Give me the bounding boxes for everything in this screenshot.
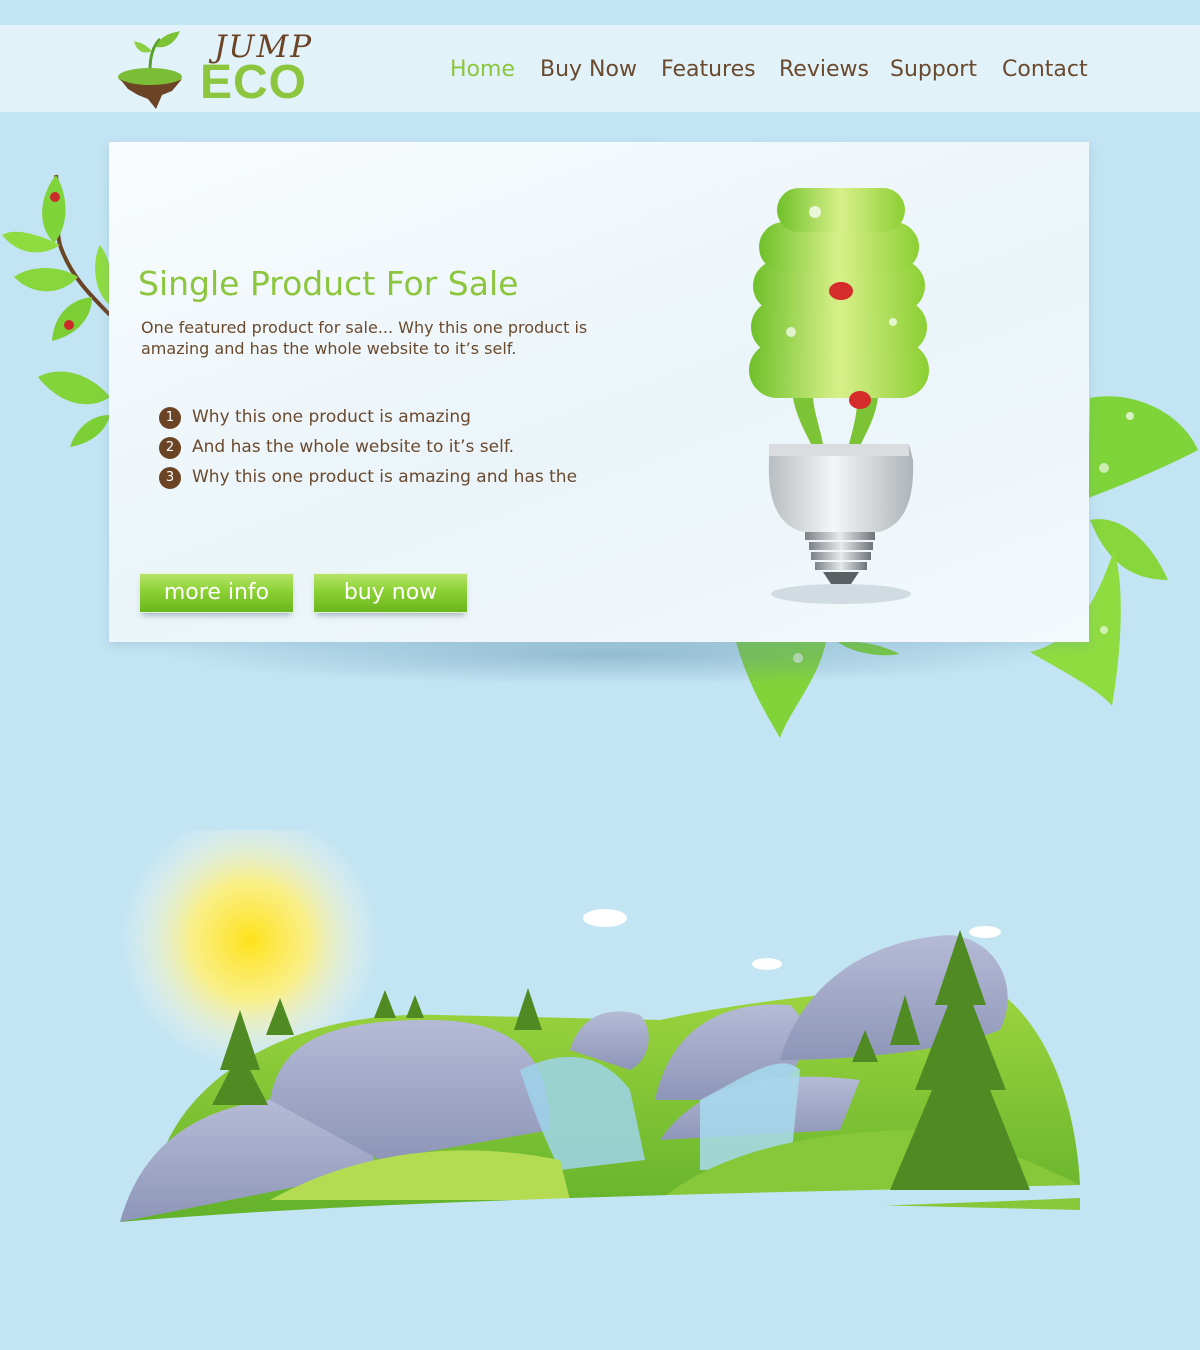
- header-bar: JUMP ECO Home Buy Now Features Reviews S…: [0, 25, 1200, 112]
- more-info-button[interactable]: more info: [139, 573, 294, 613]
- feature-text: Why this one product is amazing and has …: [192, 467, 578, 487]
- feature-number: 3: [159, 467, 181, 489]
- feature-text: And has the whole website to it’s self.: [192, 437, 514, 457]
- buy-now-button[interactable]: buy now: [313, 573, 468, 613]
- nav-home[interactable]: Home: [450, 55, 515, 85]
- feature-text: Why this one product is amazing: [192, 407, 471, 427]
- hero-card: Single Product For Sale One featured pro…: [109, 142, 1089, 642]
- feature-number: 1: [159, 407, 181, 429]
- logo-bottom-word: ECO: [200, 56, 308, 109]
- feature-number: 2: [159, 437, 181, 459]
- logo-sprout-icon: [118, 31, 182, 109]
- landscape-illustration: [120, 830, 1080, 1230]
- logo[interactable]: JUMP ECO: [112, 25, 332, 112]
- hero-description: One featured product for sale... Why thi…: [141, 318, 588, 358]
- hero-title: Single Product For Sale: [138, 264, 519, 303]
- nav-support[interactable]: Support: [890, 55, 977, 85]
- nav-contact[interactable]: Contact: [1002, 55, 1088, 85]
- eco-bulb-illustration: [749, 188, 929, 604]
- nav-reviews[interactable]: Reviews: [779, 55, 869, 85]
- nav-buy-now[interactable]: Buy Now: [540, 55, 637, 85]
- nav-features[interactable]: Features: [661, 55, 756, 85]
- leaf-branch-decoration: [2, 174, 112, 447]
